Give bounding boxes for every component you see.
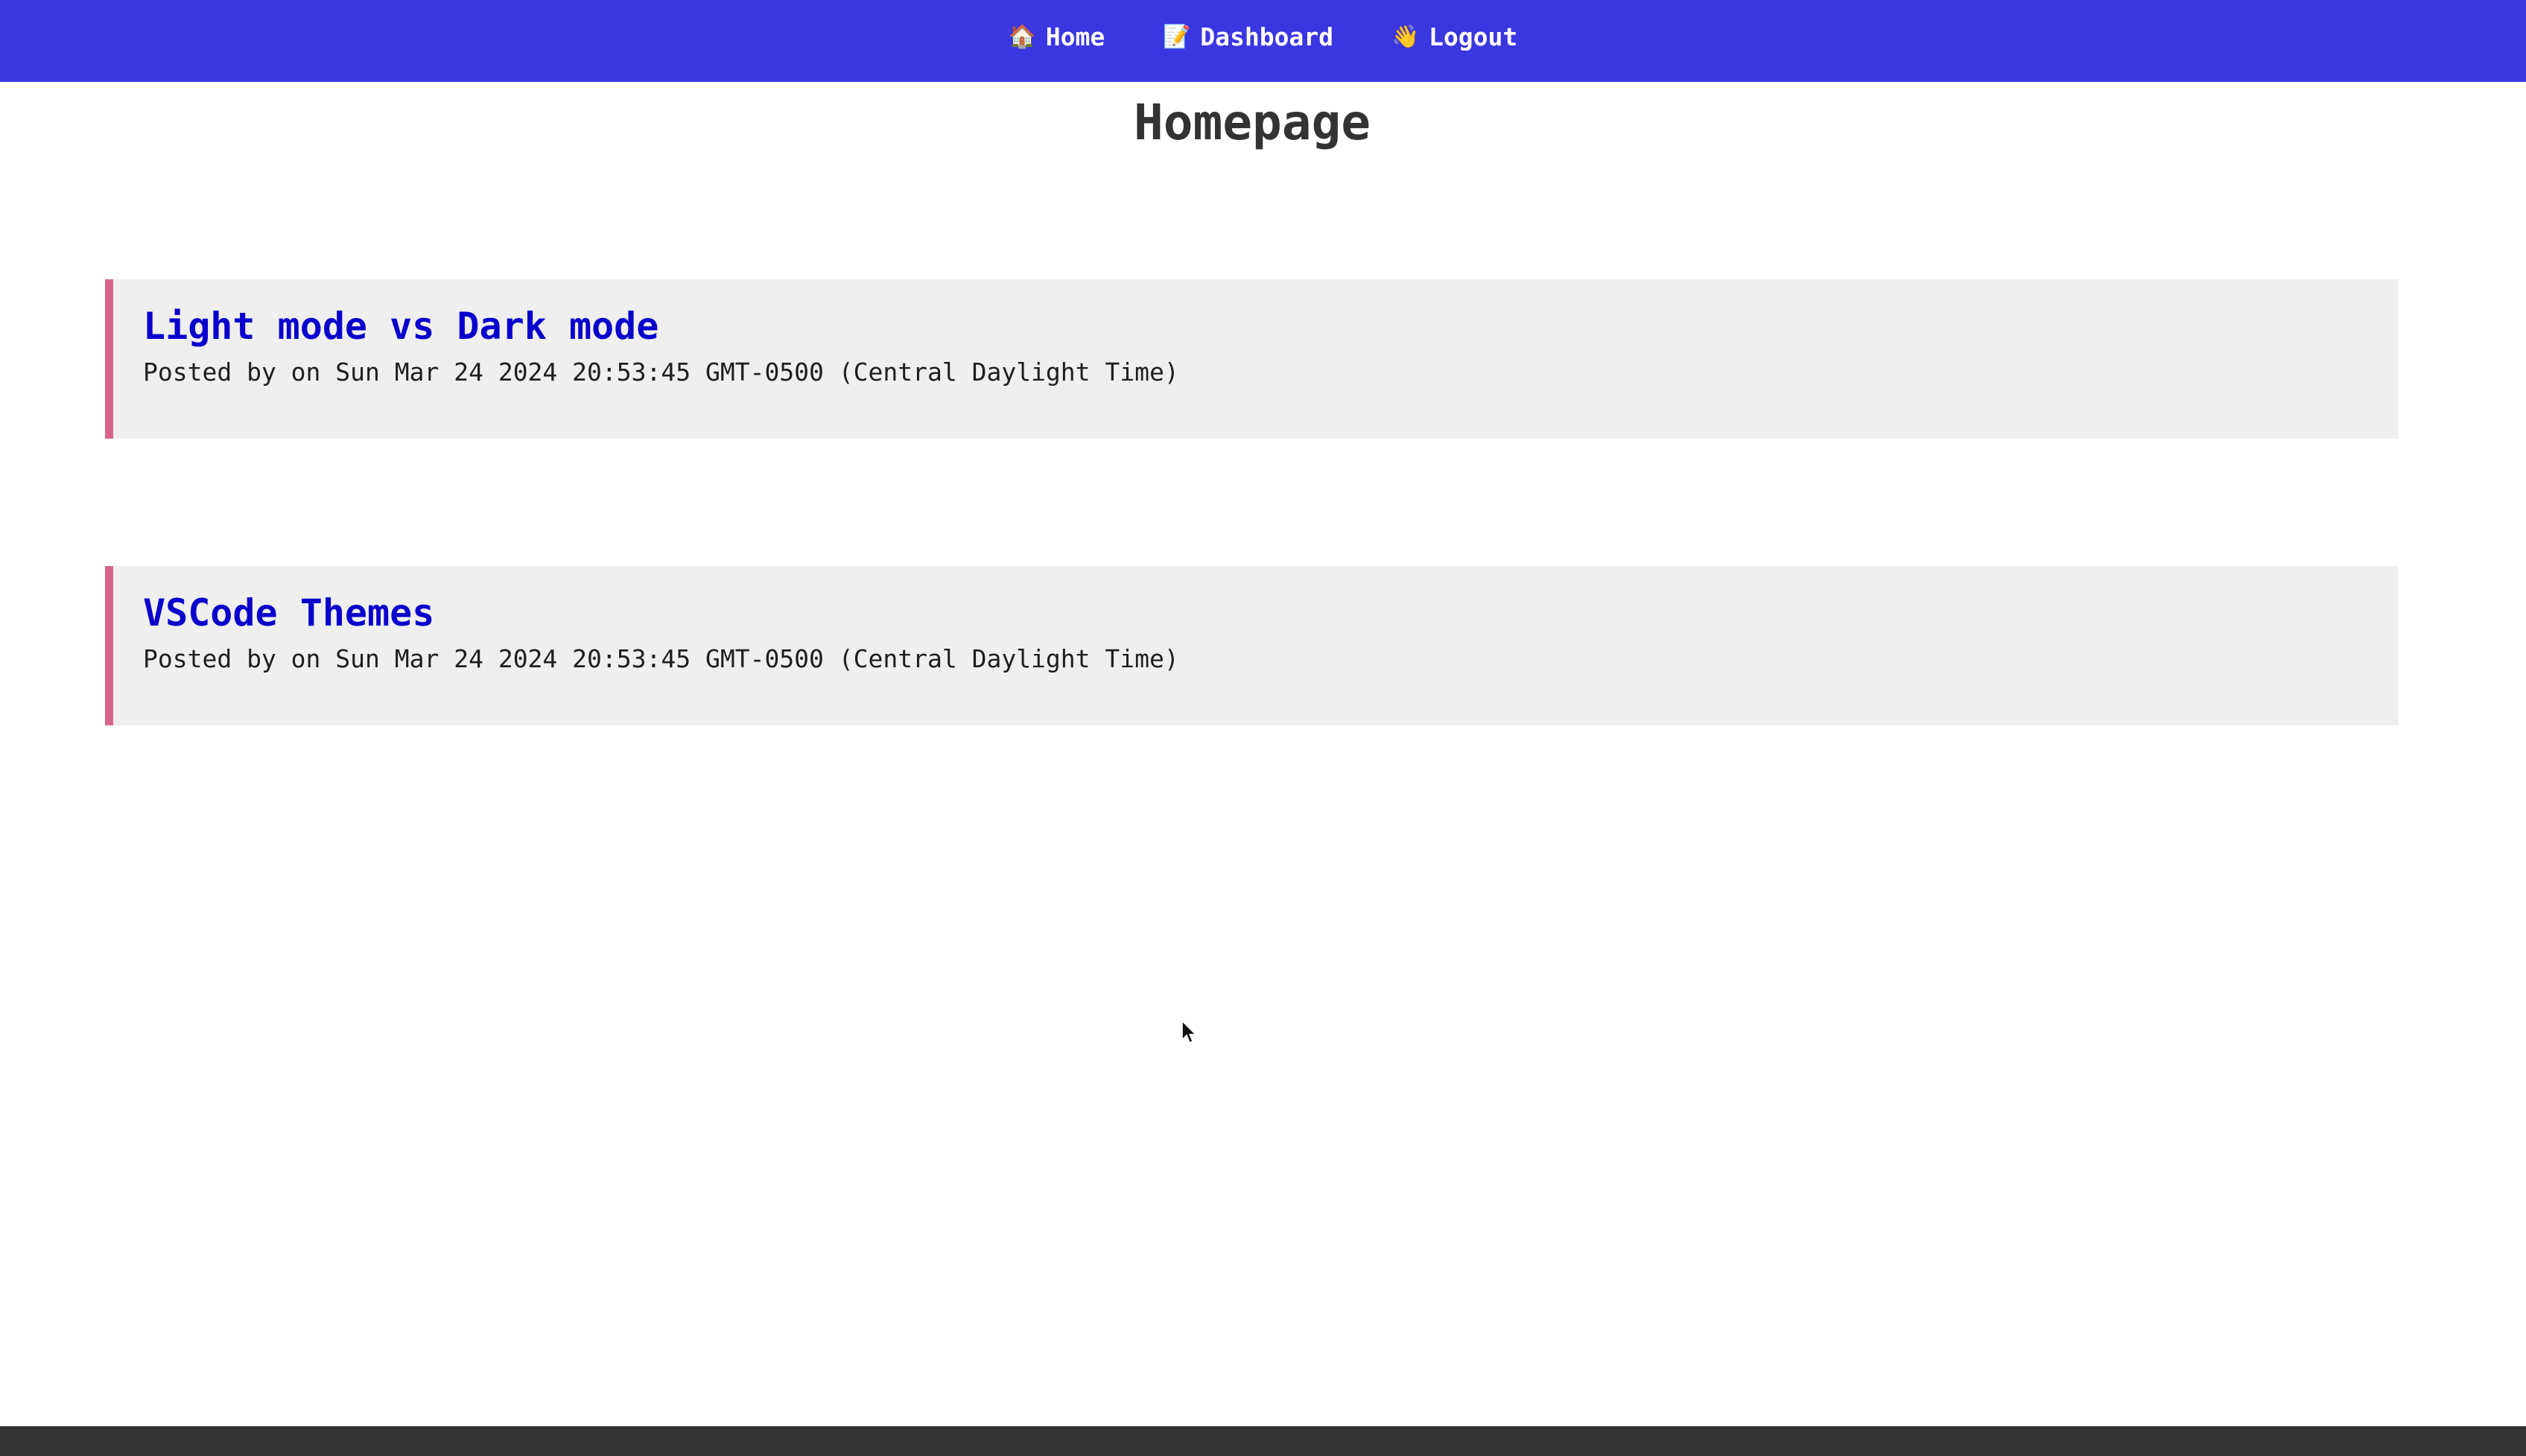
post-list: Light mode vs Dark mode Posted by on Sun… xyxy=(105,279,2399,853)
nav-logout-label: Logout xyxy=(1429,22,1518,51)
nav-links: 🏠 Home 📝 Dashboard 👋 Logout xyxy=(1009,22,1518,51)
post-title-link[interactable]: Light mode vs Dark mode xyxy=(143,306,2399,347)
post-meta: Posted by on Sun Mar 24 2024 20:53:45 GM… xyxy=(143,644,1179,673)
memo-icon: 📝 xyxy=(1163,23,1191,50)
footer-bar xyxy=(0,1426,2526,1456)
house-icon: 🏠 xyxy=(1008,23,1037,50)
mouse-cursor-icon xyxy=(1181,1020,1197,1044)
post-card: VSCode Themes Posted by on Sun Mar 24 20… xyxy=(105,566,2399,725)
post-meta: Posted by on Sun Mar 24 2024 20:53:45 GM… xyxy=(143,357,1179,387)
nav-dashboard-link[interactable]: 📝 Dashboard xyxy=(1163,22,1333,51)
post-title-link[interactable]: VSCode Themes xyxy=(143,593,2399,634)
page-title: Homepage xyxy=(1134,94,1371,151)
nav-logout-link[interactable]: 👋 Logout xyxy=(1391,22,1517,51)
waving-hand-icon: 👋 xyxy=(1391,23,1420,50)
post-card: Light mode vs Dark mode Posted by on Sun… xyxy=(105,279,2399,439)
top-navbar: 🏠 Home 📝 Dashboard 👋 Logout xyxy=(0,0,2526,82)
nav-home-link[interactable]: 🏠 Home xyxy=(1009,22,1105,51)
nav-home-label: Home xyxy=(1045,22,1105,51)
nav-dashboard-label: Dashboard xyxy=(1200,22,1334,51)
